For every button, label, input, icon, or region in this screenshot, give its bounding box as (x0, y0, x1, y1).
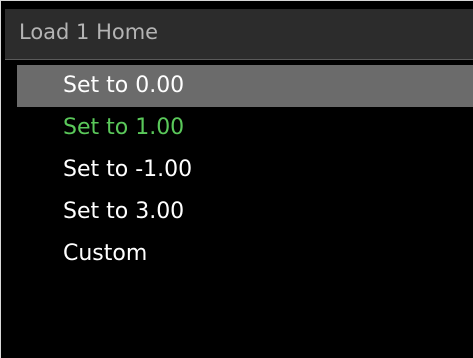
screen-title: Load 1 Home (19, 20, 159, 44)
menu-list: Set to 0.00 Set to 1.00 Set to -1.00 Set… (17, 65, 473, 275)
menu-item-label: Set to 3.00 (63, 199, 185, 224)
menu-item-label: Set to 1.00 (63, 115, 185, 140)
title-bar: Load 1 Home (5, 9, 473, 60)
menu-item-set-3[interactable]: Set to 3.00 (17, 191, 473, 233)
menu-item-set-minus-1[interactable]: Set to -1.00 (17, 149, 473, 191)
menu-item-set-1[interactable]: Set to 1.00 (17, 107, 473, 149)
menu-item-label: Set to 0.00 (63, 73, 185, 98)
menu-item-set-0[interactable]: Set to 0.00 (17, 65, 473, 107)
menu-item-label: Set to -1.00 (63, 157, 193, 182)
menu-item-custom[interactable]: Custom (17, 233, 473, 275)
device-screen: Load 1 Home Set to 0.00 Set to 1.00 Set … (0, 0, 473, 358)
menu-item-label: Custom (63, 241, 148, 266)
